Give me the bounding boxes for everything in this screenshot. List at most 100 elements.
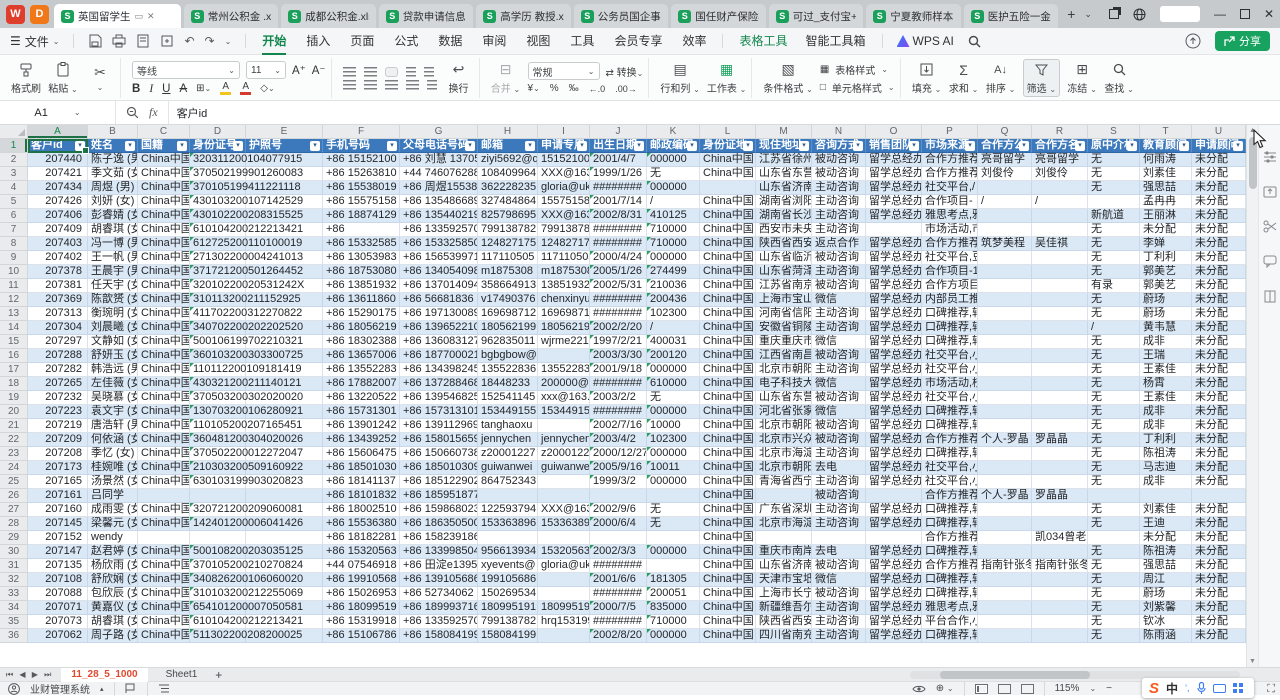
cell[interactable] xyxy=(1088,531,1140,545)
row-number[interactable]: 3 xyxy=(0,167,28,181)
cell[interactable]: 207265 xyxy=(28,377,88,391)
cell[interactable] xyxy=(647,489,700,503)
cell[interactable]: 181305 xyxy=(647,573,700,587)
cell[interactable]: 180562199 xyxy=(538,321,590,335)
cell[interactable]: 留学总经办 xyxy=(866,545,922,559)
cell[interactable]: 无 xyxy=(1088,573,1140,587)
new-tab-button[interactable]: + xyxy=(1063,6,1079,22)
cell[interactable]: China中国 xyxy=(700,377,756,391)
cell[interactable] xyxy=(756,531,812,545)
cell[interactable]: 个人-罗晶 xyxy=(978,433,1032,447)
cell[interactable]: 季文茹 (女 xyxy=(88,167,138,181)
cell[interactable]: 2002/8/31 xyxy=(590,209,647,223)
cell[interactable]: 207297 xyxy=(28,335,88,349)
cell[interactable] xyxy=(647,531,700,545)
cell[interactable]: 未分配 xyxy=(1192,629,1246,643)
column-header-P[interactable]: P xyxy=(922,125,978,139)
cell[interactable]: 成非 xyxy=(1140,335,1192,349)
cell[interactable]: 新疆维吾尔 xyxy=(756,601,812,615)
cell[interactable]: 180995191 xyxy=(538,601,590,615)
cell[interactable]: 山东省临沂 xyxy=(756,251,812,265)
cell[interactable]: 王晨宇 (男 xyxy=(88,265,138,279)
cell[interactable]: 2002/9/6 xyxy=(590,503,647,517)
cell[interactable]: +86 1971300890 xyxy=(400,307,478,321)
cell[interactable]: 207426 xyxy=(28,195,88,209)
cell[interactable]: +86 13657006 xyxy=(323,349,400,363)
eye-icon[interactable] xyxy=(912,684,926,694)
cell[interactable] xyxy=(1032,573,1088,587)
cell[interactable]: 留学总经办 xyxy=(866,265,922,279)
cell[interactable]: 117110505 xyxy=(538,251,590,265)
cell[interactable]: 被动咨询 xyxy=(812,587,866,601)
cell[interactable]: 口碑推荐,转 xyxy=(922,587,978,601)
row-number[interactable]: 31 xyxy=(0,559,28,573)
insert-function-icon[interactable]: fx xyxy=(149,105,158,120)
font-color-button[interactable]: A xyxy=(240,82,251,95)
cell[interactable]: 未分配 xyxy=(1192,517,1246,531)
row-number[interactable]: 36 xyxy=(0,629,28,643)
cell[interactable]: 360481200304020026 xyxy=(190,433,246,447)
cell[interactable] xyxy=(1032,587,1088,601)
cell[interactable]: China中国 xyxy=(700,531,756,545)
cell[interactable]: China中国 xyxy=(700,209,756,223)
cell[interactable]: 612725200110100019 xyxy=(190,237,246,251)
cell[interactable]: 无 xyxy=(1088,223,1140,237)
cell[interactable]: 主动咨询 xyxy=(812,223,866,237)
cell[interactable]: 207160 xyxy=(28,503,88,517)
keyboard-icon[interactable] xyxy=(1213,684,1226,693)
cell[interactable]: 口碑推荐,转 xyxy=(922,307,978,321)
cell[interactable]: 留学总经办 xyxy=(866,433,922,447)
wps-logo-icon[interactable]: W xyxy=(6,5,25,24)
underline-button[interactable]: U xyxy=(162,83,170,95)
cell[interactable]: 留学总经办 xyxy=(866,447,922,461)
cell[interactable]: +86 xyxy=(323,223,400,237)
cell[interactable]: 陕西省西安 xyxy=(756,237,812,251)
cell[interactable]: 207135 xyxy=(28,559,88,573)
cell[interactable]: 口碑推荐,转 xyxy=(922,503,978,517)
quickbar-chevron-icon[interactable]: ⌄ xyxy=(225,37,232,46)
menu-item-工具[interactable]: 工具 xyxy=(568,30,596,53)
cell[interactable]: 王丽淋 xyxy=(1140,209,1192,223)
cell[interactable]: 799138782 xyxy=(478,615,538,629)
filter-dropdown-icon[interactable]: ▾ xyxy=(177,141,187,151)
cell[interactable]: +86 1565399710 xyxy=(400,251,478,265)
cell[interactable]: 刘俊伶 xyxy=(978,167,1032,181)
cell[interactable]: 被动咨询 xyxy=(812,391,866,405)
cell[interactable]: 主动咨询 xyxy=(812,181,866,195)
cell[interactable]: 未分配 xyxy=(1192,433,1246,447)
cell[interactable]: 冯一博 (男 xyxy=(88,237,138,251)
cell[interactable]: 18448233 xyxy=(478,377,538,391)
cell[interactable] xyxy=(978,517,1032,531)
cell[interactable]: 彭睿婧 (女 xyxy=(88,209,138,223)
cell[interactable]: 留学总经办 xyxy=(866,405,922,419)
column-header-G[interactable]: G xyxy=(400,125,478,139)
cell[interactable] xyxy=(1032,475,1088,489)
align-top-icon[interactable] xyxy=(343,67,356,77)
cell[interactable]: China中国 xyxy=(138,629,190,643)
cell[interactable] xyxy=(1032,377,1088,391)
cell[interactable]: +86 18753080 xyxy=(323,265,400,279)
add-sheet-button[interactable]: + xyxy=(215,668,222,682)
cell[interactable] xyxy=(1032,335,1088,349)
cell[interactable] xyxy=(1032,265,1088,279)
cell[interactable]: 135522836 xyxy=(478,363,538,377)
cell[interactable]: 文静如 (女 xyxy=(88,335,138,349)
strikethrough-button[interactable]: A xyxy=(179,83,187,95)
cell[interactable]: 无 xyxy=(1088,503,1140,517)
cell[interactable]: +86 15290175 xyxy=(323,307,400,321)
book-pane-icon[interactable] xyxy=(1263,290,1277,303)
cell[interactable]: 社交平台,小 xyxy=(922,461,978,475)
increase-indent-icon[interactable] xyxy=(424,67,434,77)
cell[interactable]: 包欣辰 (女 xyxy=(88,587,138,601)
cell[interactable]: 无 xyxy=(1088,587,1140,601)
cell[interactable]: 留学总经办 xyxy=(866,377,922,391)
cell[interactable]: 指南针张冬 xyxy=(1032,559,1088,573)
cell[interactable]: China中国 xyxy=(700,615,756,629)
cell[interactable]: 207088 xyxy=(28,587,88,601)
cell[interactable]: +86 1340540988 xyxy=(400,265,478,279)
reader-view-icon[interactable] xyxy=(1021,684,1034,694)
cell[interactable]: chenxinyur xyxy=(538,293,590,307)
table-header-cell[interactable]: 出生日期▾ xyxy=(590,139,647,153)
sum-button[interactable]: Σ 求和 ⌄ xyxy=(949,61,979,95)
cell[interactable] xyxy=(1032,419,1088,433)
